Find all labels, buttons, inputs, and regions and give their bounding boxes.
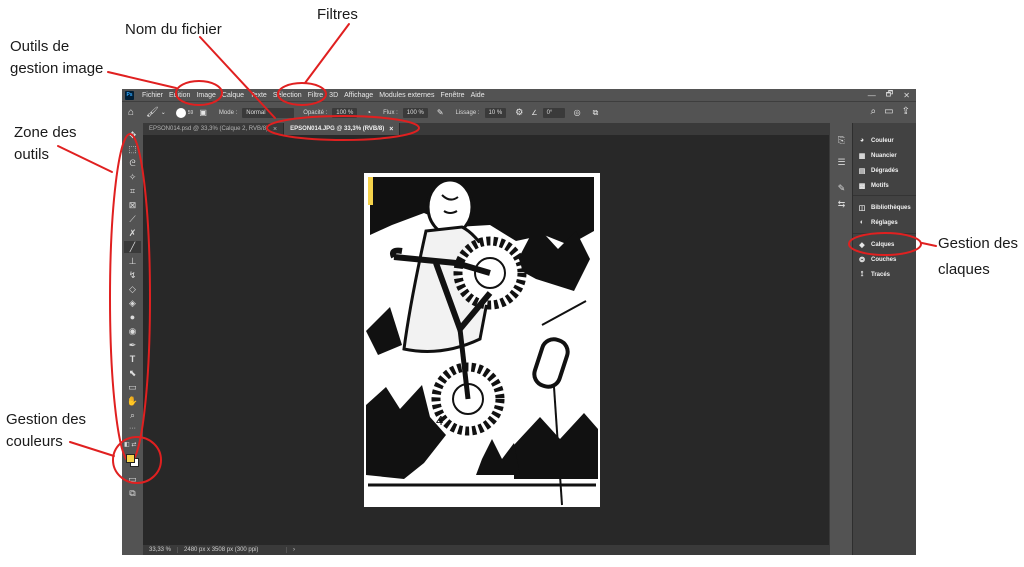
annotation-line-colors — [69, 441, 115, 457]
annotation-line-calques — [921, 242, 937, 247]
annotation-line-tools — [57, 145, 113, 173]
annotation-ellipse-toolbox — [109, 133, 151, 463]
annotation-ellipse-image-menu — [175, 80, 223, 106]
foreground-color-swatch[interactable] — [126, 454, 135, 463]
annotation-line-image — [107, 71, 177, 89]
annotation-ellipse-filtre-menu — [277, 82, 327, 106]
annotation-ellipse-colors — [112, 436, 162, 484]
annotation-ellipse-calques — [848, 232, 922, 256]
annotation-line-filtres — [304, 23, 350, 84]
annotation-ellipse-filename-tab — [266, 115, 420, 141]
annotation-shapes — [57, 23, 937, 484]
annotation-line-filename — [199, 36, 276, 119]
